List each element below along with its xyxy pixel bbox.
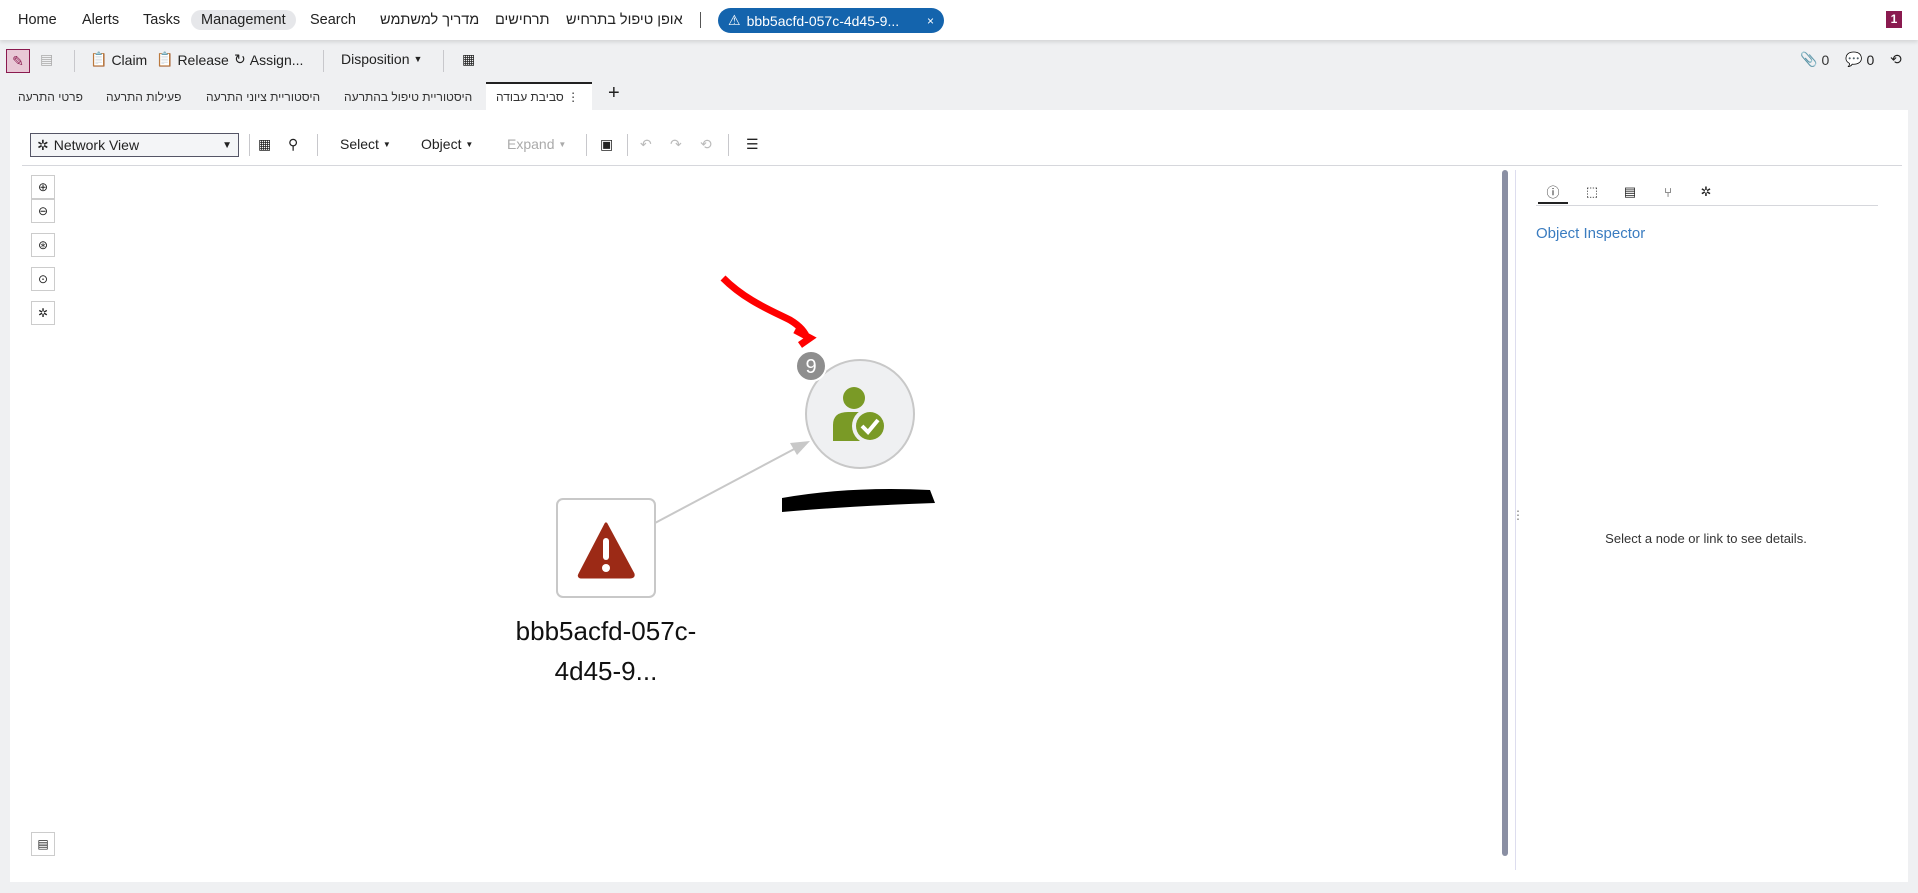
history-icon: ⟲ [1890, 51, 1902, 67]
count-badge-label: 9 [805, 356, 816, 378]
attachments-button[interactable]: 📎 0 [1800, 51, 1829, 68]
alert-node-label-2: 4d45-9... [555, 656, 658, 686]
inspector-tab-links[interactable]: ⑂ [1653, 180, 1683, 204]
graph-link[interactable] [654, 446, 799, 524]
inspector-tab-selection[interactable]: ⬚ [1577, 180, 1607, 204]
inspector-tab-network[interactable]: ✲ [1691, 180, 1721, 204]
link-text: link [1703, 531, 1723, 546]
selection-icon: ⬚ [1585, 184, 1599, 199]
annotation-arrow [720, 275, 817, 348]
list-icon: ▤ [1623, 184, 1637, 199]
link-graph-icon: ⑂ [1664, 184, 1672, 200]
comment-icon: 💬 [1845, 51, 1863, 67]
network-graph: 9 bbb5acfd-057c- 4d45-9... [516, 275, 935, 686]
history-button[interactable]: ⟲ [1890, 51, 1902, 68]
inspector-tab-list[interactable]: ▤ [1615, 180, 1645, 204]
empty-text-suffix: to see details. [1722, 531, 1807, 546]
inspector-tab-info[interactable]: ⓘ [1538, 180, 1568, 204]
inspector-tab-divider [1536, 205, 1878, 206]
splitter-handle-icon[interactable]: ⋮ [1512, 508, 1524, 522]
inspector-empty-message: Select a node or link to see details. [1596, 531, 1816, 546]
redaction-scribble [782, 489, 935, 512]
user-badge[interactable]: 1 [1886, 11, 1902, 28]
empty-text: Select a node or [1605, 531, 1704, 546]
comments-count: 0 [1866, 51, 1875, 68]
comments-button[interactable]: 💬 0 [1845, 51, 1874, 68]
network-icon: ✲ [1700, 184, 1712, 199]
alert-node[interactable] [556, 498, 656, 598]
attachments-count: 0 [1821, 51, 1830, 68]
canvas-scrollbar[interactable] [1502, 170, 1508, 856]
inspector-title: Object Inspector [1536, 225, 1646, 242]
paperclip-icon: 📎 [1800, 51, 1818, 67]
info-icon: ⓘ [1546, 184, 1560, 200]
count-badge: 9 [795, 350, 827, 382]
alert-node-label: bbb5acfd-057c- [516, 616, 697, 646]
link-arrowhead [790, 441, 810, 455]
